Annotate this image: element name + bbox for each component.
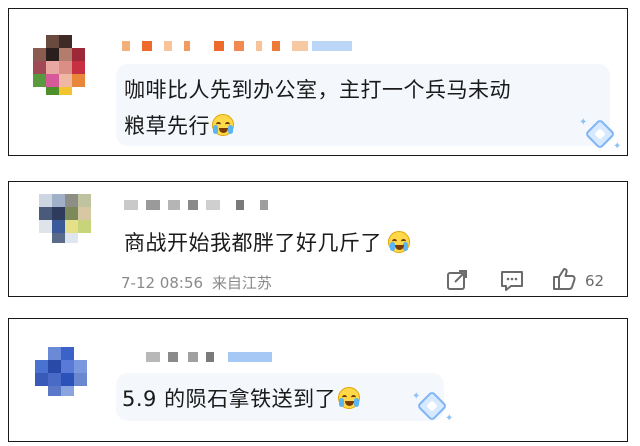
comment-button[interactable] [499,268,525,296]
share-icon [447,270,467,290]
comment-text: 咖啡比人先到办公室，主打一个兵马未动 [124,78,511,102]
comment-card: 咖啡比人先到办公室，主打一个兵马未动 粮草先行 ✦ ✦ [8,8,628,156]
share-button[interactable] [445,268,469,296]
avatar[interactable] [35,347,97,411]
sparkle-icon: ✦ [412,391,421,402]
crying-laughing-emoji-icon [212,114,234,136]
comment-icon [501,271,523,291]
crying-face-emoji-icon [388,231,410,253]
like-count: 62 [585,272,605,290]
like-button[interactable] [551,266,577,296]
timestamp: 7-12 08:56 [121,274,204,292]
comment-card: 5.9 的陨石拿铁送到了 ✦ ✦ [8,318,628,442]
comment-card: 商战开始我都胖了好几斤了 7-12 08:56 来自江苏 62 [8,181,628,297]
comment-meta: 7-12 08:56 来自江苏 [121,272,272,293]
comment-text: 5.9 的陨石拿铁送到了 [122,383,361,413]
crying-laughing-emoji-icon [338,387,361,409]
avatar[interactable] [39,194,101,258]
like-icon [553,268,576,290]
sparkle-icon: ✦ [445,413,454,424]
avatar[interactable] [33,35,95,99]
comment-text: 商战开始我都胖了好几斤了 [124,227,410,257]
sparkle-icon: ✦ [613,141,622,152]
sparkle-icon: ✦ [579,117,588,128]
location: 来自江苏 [211,274,272,292]
comment-text-line2: 粮草先行 [124,110,234,140]
